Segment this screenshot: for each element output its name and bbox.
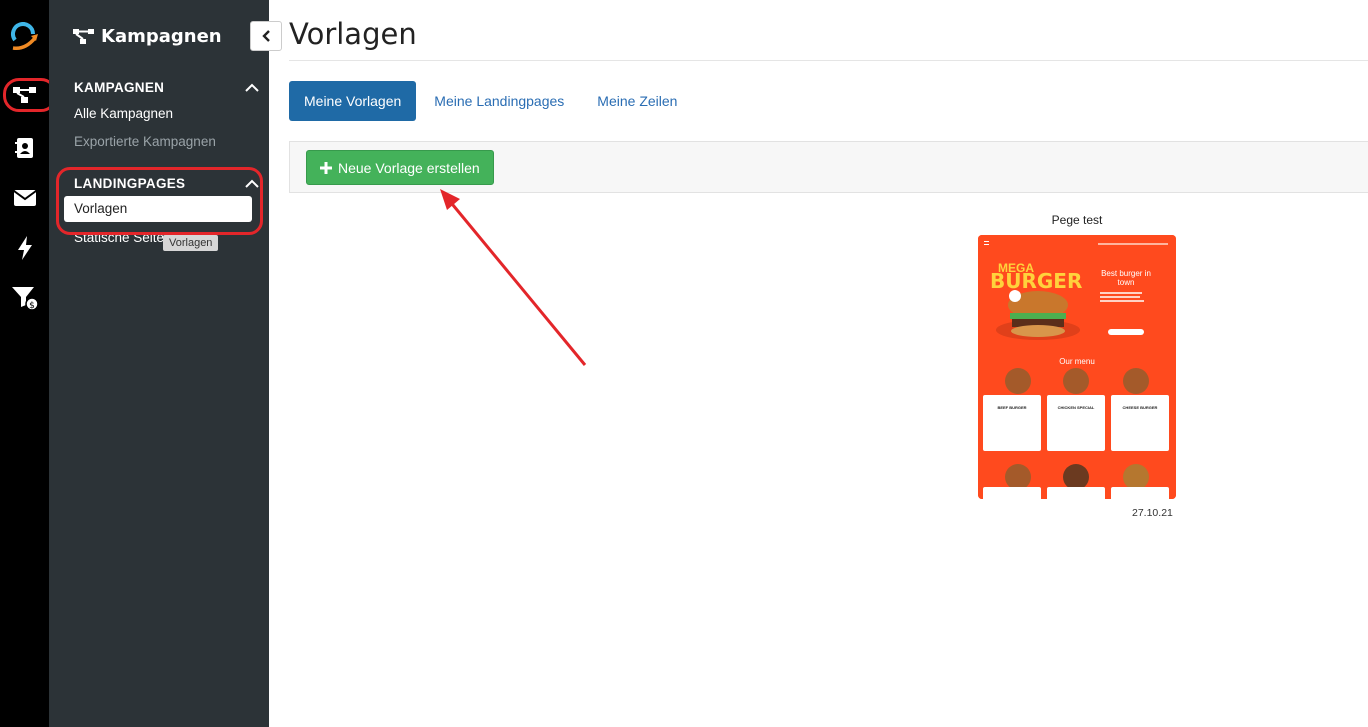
annotation-arrow (440, 189, 587, 366)
sidebar: Kampagnen KAMPAGNEN Alle Kampagnen Expor… (49, 0, 269, 727)
template-thumbnail[interactable]: MEGA BURGER Best burger in town Our menu… (978, 235, 1176, 499)
campaign-tree-icon (73, 28, 94, 44)
sidebar-title: Kampagnen (73, 26, 222, 47)
collapse-sidebar-button[interactable] (250, 21, 282, 51)
template-name: Pege test (1051, 213, 1103, 227)
preview-headline-big: BURGER (990, 269, 1083, 293)
svg-text:$: $ (29, 301, 35, 311)
divider (289, 60, 1368, 61)
preview-card-title: CHICKEN SPECIAL (1057, 405, 1095, 410)
preview-card (1111, 487, 1169, 499)
new-template-label: Neue Vorlage erstellen (338, 159, 480, 176)
section-kampagnen-label: KAMPAGNEN (74, 80, 165, 95)
tab-meine-vorlagen[interactable]: Meine Vorlagen (289, 81, 417, 121)
preview-card: BEEF BURGER (983, 395, 1041, 451)
preview-menu-title: Our menu (1059, 357, 1095, 366)
tooltip: Vorlagen (163, 235, 219, 251)
new-template-button[interactable]: Neue Vorlage erstellen (306, 150, 494, 185)
chevron-up-icon (245, 83, 259, 92)
preview-card-title: CHEESE BURGER (1122, 405, 1158, 410)
mail-icon[interactable] (0, 181, 49, 215)
page-title: Vorlagen (289, 17, 417, 51)
contacts-icon[interactable] (0, 131, 49, 165)
sidebar-item-exportierte-kampagnen[interactable]: Exportierte Kampagnen (74, 134, 216, 149)
template-date: 27.10.21 (1132, 507, 1173, 519)
sidebar-title-text: Kampagnen (101, 26, 222, 47)
bolt-icon[interactable] (0, 231, 49, 265)
tab-meine-zeilen[interactable]: Meine Zeilen (582, 81, 692, 121)
tab-bar: Meine Vorlagen Meine Landingpages Meine … (289, 81, 695, 121)
preview-card (983, 487, 1041, 499)
logo-icon[interactable] (0, 20, 49, 54)
section-kampagnen-header[interactable]: KAMPAGNEN (74, 80, 259, 95)
preview-tagline: Best burger in town (1101, 269, 1151, 287)
preview-card: CHICKEN SPECIAL (1047, 395, 1105, 451)
preview-card-title: BEEF BURGER (997, 405, 1027, 410)
preview-card (1047, 487, 1105, 499)
sidebar-item-alle-kampagnen[interactable]: Alle Kampagnen (74, 106, 173, 121)
plus-icon (320, 161, 332, 174)
funnel-money-icon[interactable]: $ (0, 281, 49, 315)
annotation-circle-landingpages (56, 167, 263, 235)
chevron-left-icon (262, 30, 270, 42)
preview-card: CHEESE BURGER (1111, 395, 1169, 451)
tab-meine-landingpages[interactable]: Meine Landingpages (419, 81, 579, 121)
